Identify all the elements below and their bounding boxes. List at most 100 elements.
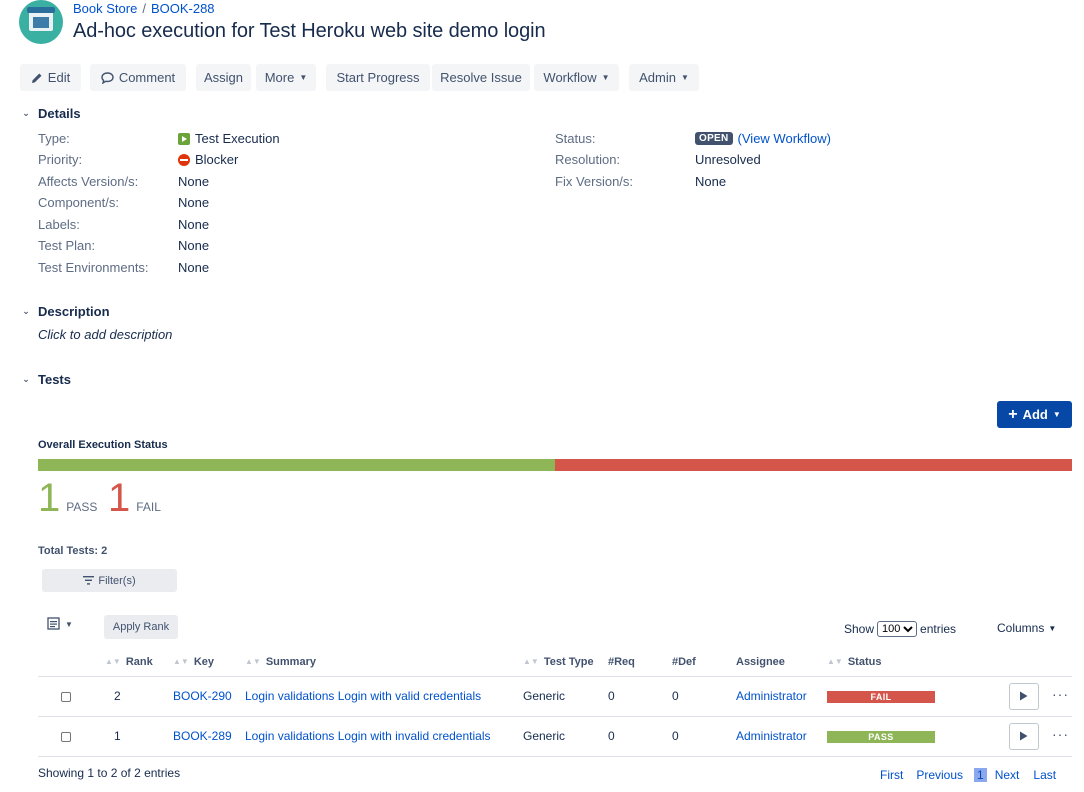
chevron-down-icon: ▼ <box>1052 410 1061 419</box>
type-value-text: Test Execution <box>195 131 280 146</box>
fail-count-label: FAIL <box>136 500 161 514</box>
admin-button[interactable]: Admin ▼ <box>629 64 699 91</box>
workflow-button[interactable]: Workflow ▼ <box>534 64 619 91</box>
edit-button[interactable]: Edit <box>20 64 81 91</box>
test-type-column-header[interactable]: ▲▼ Test Type <box>523 648 608 677</box>
assignee-header-label: Assignee <box>736 655 785 668</box>
test-plan-label: Test Plan: <box>38 238 96 253</box>
details-section-toggle[interactable]: ⌄ Details <box>20 106 80 121</box>
resolution-value: Unresolved <box>695 152 761 167</box>
row-checkbox[interactable] <box>61 731 71 742</box>
play-icon <box>1020 691 1028 701</box>
component-value[interactable]: None <box>178 195 209 210</box>
status-value: OPEN (View Workflow) <box>695 131 831 146</box>
fix-version-value[interactable]: None <box>695 174 726 189</box>
actions-cell: ··· <box>997 716 1072 757</box>
comment-label: Comment <box>118 70 176 85</box>
breadcrumb-separator: / <box>142 1 146 16</box>
def-cell: 0 <box>672 676 736 717</box>
status-badge: OPEN <box>695 132 733 145</box>
test-execution-icon <box>178 132 190 145</box>
key-column-header[interactable]: ▲▼ Key <box>173 648 245 677</box>
fail-count-number: 1 <box>108 476 131 520</box>
pager-next[interactable]: Next <box>995 768 1020 782</box>
req-cell: 0 <box>608 716 672 757</box>
page-size-select[interactable]: 100 <box>877 621 918 637</box>
def-column-header: #Def <box>672 648 736 677</box>
status-cell: FAIL <box>827 676 997 717</box>
type-value: Test Execution <box>178 131 280 146</box>
apply-rank-button[interactable]: Apply Rank <box>104 615 178 639</box>
test-key-link[interactable]: BOOK-289 <box>173 729 232 743</box>
description-heading: Description <box>38 304 110 319</box>
pager-last[interactable]: Last <box>1033 768 1056 782</box>
pager-previous[interactable]: Previous <box>916 768 963 782</box>
add-test-button[interactable]: + Add ▼ <box>997 401 1072 428</box>
assignee-cell: Administrator <box>736 716 827 757</box>
test-plan-value[interactable]: None <box>178 238 209 253</box>
table-header-row: ▲▼ Rank ▲▼ Key ▲▼ Summary ▲▼ Test Type #Req … <box>38 648 1072 677</box>
assignee-link[interactable]: Administrator <box>736 689 807 703</box>
select-column-header <box>38 648 105 677</box>
def-header-label: #Def <box>672 655 696 668</box>
req-cell: 0 <box>608 676 672 717</box>
row-checkbox[interactable] <box>61 691 71 702</box>
resolution-label: Resolution: <box>555 152 621 167</box>
pencil-icon <box>31 73 42 83</box>
test-summary-link[interactable]: Login validations Login with valid crede… <box>245 689 481 703</box>
test-key-link[interactable]: BOOK-290 <box>173 689 232 703</box>
run-test-button[interactable] <box>1008 722 1039 750</box>
def-cell: 0 <box>672 716 736 757</box>
more-button[interactable]: More ▼ <box>256 64 316 91</box>
bulk-actions-menu[interactable]: ▼ <box>47 617 73 631</box>
tests-heading: Tests <box>38 372 71 387</box>
status-label: Status: <box>555 131 596 146</box>
tests-section-toggle[interactable]: ⌄ Tests <box>20 372 71 387</box>
workflow-label: Workflow <box>543 70 597 85</box>
assignee-column-header: Assignee <box>736 648 827 677</box>
rank-column-header[interactable]: ▲▼ Rank <box>105 648 173 677</box>
status-column-header[interactable]: ▲▼ Status <box>827 648 997 677</box>
test-summary-link[interactable]: Login validations Login with invalid cre… <box>245 729 490 743</box>
summary-column-header[interactable]: ▲▼ Summary <box>245 648 523 677</box>
breadcrumb-issue-key[interactable]: BOOK-288 <box>151 1 215 16</box>
project-avatar[interactable] <box>19 0 63 44</box>
add-label: Add <box>1022 407 1048 422</box>
view-workflow-link[interactable]: (View Workflow) <box>738 131 831 146</box>
status-badge: PASS <box>827 731 935 743</box>
columns-button[interactable]: Columns ▼ <box>997 621 1056 635</box>
chevron-down-icon: ▼ <box>680 73 689 82</box>
description-section-toggle[interactable]: ⌄ Description <box>20 304 110 319</box>
pager-first[interactable]: First <box>880 768 903 782</box>
sort-icon: ▲▼ <box>523 656 539 666</box>
pager-current-page[interactable]: 1 <box>974 768 987 782</box>
pagination: First Previous 1 Next Last <box>880 768 1056 782</box>
entries-label: entries <box>920 622 957 636</box>
description-placeholder[interactable]: Click to add description <box>38 327 172 342</box>
chevron-down-icon: ⌄ <box>22 374 30 384</box>
chevron-down-icon: ▼ <box>601 73 610 82</box>
start-progress-button[interactable]: Start Progress <box>326 64 430 91</box>
comment-button[interactable]: Comment <box>90 64 186 91</box>
actions-cell: ··· <box>997 676 1072 717</box>
assign-button[interactable]: Assign <box>196 64 251 91</box>
test-environments-value[interactable]: None <box>178 260 209 275</box>
run-test-button[interactable] <box>1008 682 1039 710</box>
assignee-link[interactable]: Administrator <box>736 729 807 743</box>
breadcrumb-project[interactable]: Book Store <box>73 1 137 16</box>
test-environments-label: Test Environments: <box>38 260 149 275</box>
more-actions-icon[interactable]: ··· <box>1052 686 1069 702</box>
sort-icon: ▲▼ <box>105 656 121 666</box>
more-actions-icon[interactable]: ··· <box>1052 726 1069 742</box>
row-select-cell <box>38 676 105 717</box>
blocker-icon <box>178 153 190 166</box>
affects-version-value[interactable]: None <box>178 174 209 189</box>
filters-button[interactable]: Filter(s) <box>42 569 177 592</box>
fix-version-label: Fix Version/s: <box>555 174 634 189</box>
test-type-cell: Generic <box>523 676 608 717</box>
key-cell: BOOK-290 <box>173 676 245 717</box>
req-header-label: #Req <box>608 655 635 668</box>
labels-label: Labels: <box>38 217 80 232</box>
resolve-issue-button[interactable]: Resolve Issue <box>432 64 530 91</box>
labels-value[interactable]: None <box>178 217 209 232</box>
